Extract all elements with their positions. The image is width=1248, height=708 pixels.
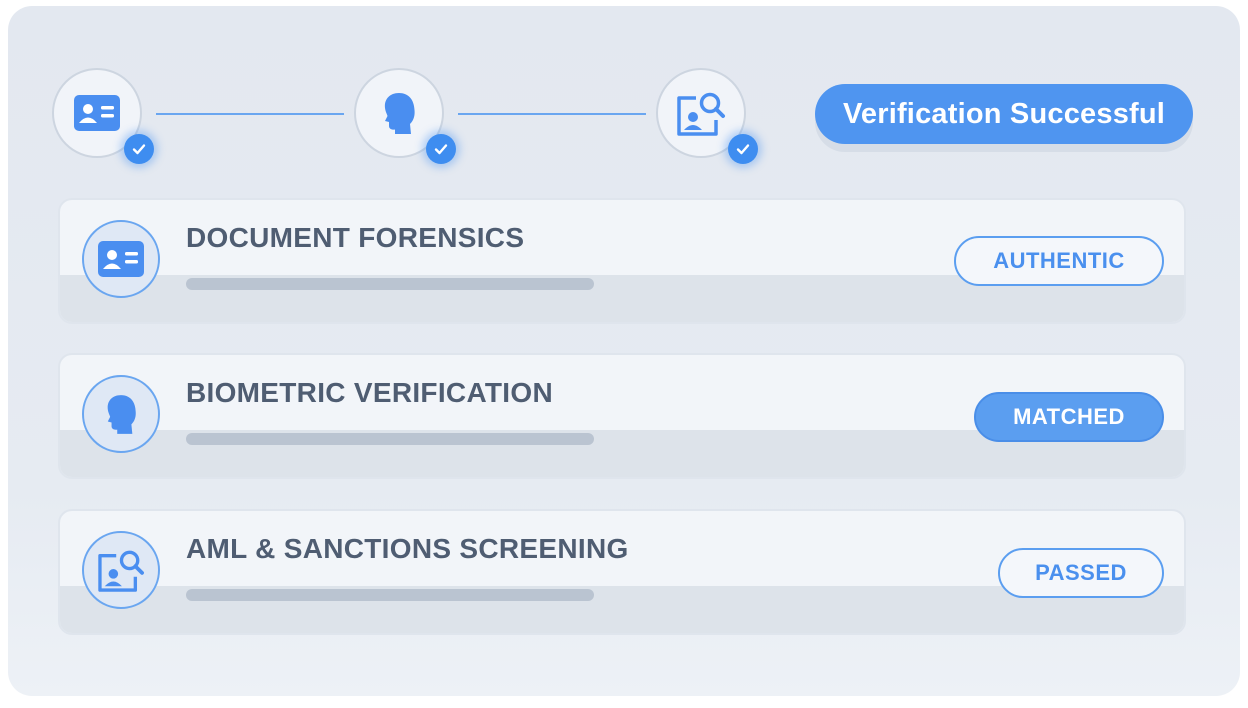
result-badge-authentic: AUTHENTIC [954, 236, 1164, 286]
id-card-icon [74, 95, 120, 131]
progress-bar [186, 433, 594, 445]
id-card-icon [98, 241, 144, 277]
card-icon-circle [82, 220, 160, 298]
check-title: AML & SANCTIONS SCREENING [186, 533, 629, 564]
face-profile-icon [384, 93, 415, 134]
document-search-icon [677, 92, 725, 136]
step-check-icon [426, 134, 456, 164]
step-screening [656, 68, 758, 164]
step-check-icon [124, 134, 154, 164]
progress-bar [186, 278, 594, 290]
check-card-document-forensics: DOCUMENT FORENSICS AUTHENTIC [58, 198, 1186, 324]
step-biometric [354, 68, 456, 164]
face-profile-icon [107, 395, 136, 434]
check-card-biometric-verification: BIOMETRIC VERIFICATION MATCHED [58, 353, 1186, 479]
verification-status-badge: Verification Successful [815, 84, 1193, 144]
card-icon-circle [82, 375, 160, 453]
check-title: DOCUMENT FORENSICS [186, 222, 525, 253]
card-icon-circle [82, 531, 160, 609]
step-connector [458, 113, 646, 115]
progress-bar [186, 589, 594, 601]
check-title: BIOMETRIC VERIFICATION [186, 377, 553, 408]
result-badge-matched: MATCHED [974, 392, 1164, 442]
check-card-aml-sanctions-screening: AML & SANCTIONS SCREENING PASSED [58, 509, 1186, 635]
step-check-icon [728, 134, 758, 164]
result-badge-passed: PASSED [998, 548, 1164, 598]
step-document [52, 68, 154, 164]
document-search-icon [98, 550, 144, 592]
step-connector [156, 113, 344, 115]
